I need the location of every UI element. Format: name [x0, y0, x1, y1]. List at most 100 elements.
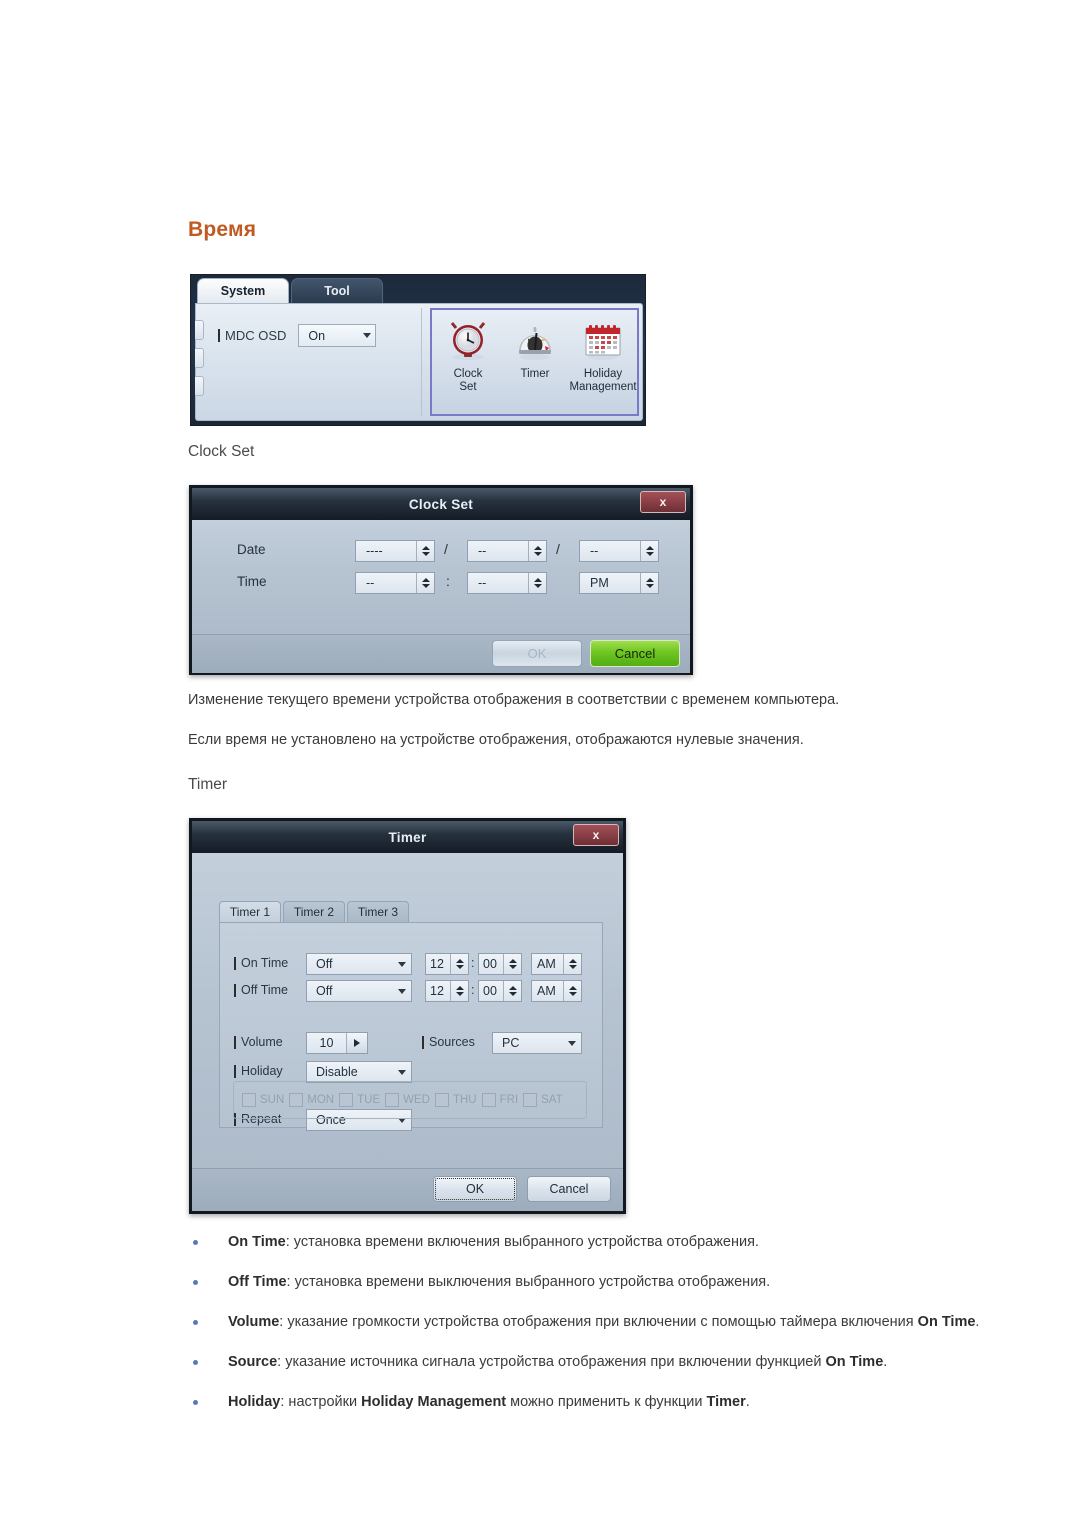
bullet-tail: . — [975, 1314, 980, 1330]
checkbox-fri[interactable] — [481, 1093, 496, 1107]
clock-set-ok-button[interactable]: OK — [492, 640, 582, 667]
clock-set-button[interactable]: Clock Set — [435, 314, 501, 412]
mdc-osd-label: MDC OSD — [225, 328, 287, 343]
on-time-meridiem-value: AM — [537, 957, 556, 971]
weekday-thu-label: THU — [452, 1094, 477, 1106]
tab-timer-3[interactable]: Timer 3 — [347, 901, 409, 923]
weekday-thu[interactable]: THU — [434, 1093, 477, 1107]
mdc-osd-dropdown[interactable]: On — [298, 324, 377, 347]
checkbox-wed[interactable] — [385, 1093, 400, 1107]
on-time-hour-spinner[interactable]: 12 — [425, 953, 469, 975]
close-icon[interactable]: x — [573, 824, 619, 846]
on-time-minute-spinner[interactable]: 00 — [478, 953, 522, 975]
holiday-label: Holiday — [234, 1064, 283, 1078]
label-marker-icon — [218, 329, 220, 342]
checkbox-tue[interactable] — [339, 1093, 354, 1107]
holiday-management-button[interactable]: Holiday Management — [568, 314, 638, 412]
volume-increase-icon[interactable] — [346, 1033, 367, 1053]
label-marker-icon — [234, 1035, 236, 1049]
date-year-spinner[interactable]: ---- — [355, 540, 435, 562]
list-item: Source: указание источника сигнала устро… — [188, 1352, 1023, 1373]
volume-stepper[interactable]: 10 — [306, 1032, 368, 1054]
clock-set-body: Date Time ---- / -- / -- -- : -- PM — [192, 520, 690, 634]
spinner-arrows-icon[interactable] — [640, 573, 658, 593]
ribbon-tab-system[interactable]: System — [197, 278, 289, 303]
mdc-osd-row: MDC OSD On — [218, 324, 377, 347]
checkbox-sat[interactable] — [523, 1093, 538, 1107]
on-time-meridiem-spinner[interactable]: AM — [531, 953, 582, 975]
weekday-fri[interactable]: FRI — [481, 1093, 518, 1107]
weekday-sun[interactable]: SUN — [242, 1093, 284, 1107]
bullet-text: : установка времени выключения выбранног… — [286, 1274, 771, 1290]
mdc-osd-value: On — [308, 328, 326, 343]
clock-set-title: Clock Set — [408, 496, 474, 512]
spinner-arrows-icon[interactable] — [450, 954, 468, 974]
spinner-arrows-icon[interactable] — [528, 573, 546, 593]
weekday-mon[interactable]: MON — [289, 1093, 334, 1107]
clock-set-footer: OK Cancel — [192, 634, 690, 673]
off-time-minute-spinner[interactable]: 00 — [478, 980, 522, 1002]
checkbox-mon[interactable] — [289, 1093, 304, 1107]
on-time-state-value: Off — [316, 957, 333, 971]
tab-timer-1[interactable]: Timer 1 — [219, 901, 281, 923]
holiday-dropdown[interactable]: Disable — [306, 1061, 412, 1083]
weekday-sat-label: SAT — [541, 1094, 563, 1106]
bullet-dot-icon — [193, 1360, 198, 1365]
timer-button[interactable]: Timer — [502, 314, 568, 412]
spinner-arrows-icon[interactable] — [450, 981, 468, 1001]
close-icon[interactable]: x — [640, 491, 686, 513]
bullet-dot-icon — [193, 1240, 198, 1245]
off-time-state-dropdown[interactable]: Off — [306, 980, 412, 1002]
bullet-term: Holiday — [228, 1394, 281, 1410]
spinner-arrows-icon[interactable] — [416, 541, 434, 561]
label-marker-icon — [234, 956, 236, 970]
off-time-hour-spinner[interactable]: 12 — [425, 980, 469, 1002]
clock-set-cancel-button[interactable]: Cancel — [590, 640, 680, 667]
checkbox-thu[interactable] — [434, 1093, 449, 1107]
spinner-arrows-icon[interactable] — [640, 541, 658, 561]
bullet-text-2: можно применить к функции — [506, 1394, 707, 1410]
checkbox-sun[interactable] — [242, 1093, 256, 1107]
spinner-arrows-icon[interactable] — [416, 573, 434, 593]
tab-timer-2[interactable]: Timer 2 — [283, 901, 345, 923]
weekday-tue[interactable]: TUE — [339, 1093, 380, 1107]
date-year-value: ---- — [366, 544, 383, 558]
time-hour-spinner[interactable]: -- — [355, 572, 435, 594]
bullet-dot-icon — [193, 1280, 198, 1285]
date-day-spinner[interactable]: -- — [579, 540, 659, 562]
on-time-state-dropdown[interactable]: Off — [306, 953, 412, 975]
off-time-meridiem-spinner[interactable]: AM — [531, 980, 582, 1002]
sources-label-text: Sources — [429, 1035, 475, 1049]
label-marker-icon — [234, 1064, 236, 1078]
date-month-spinner[interactable]: -- — [467, 540, 547, 562]
ribbon-edge-stub-2[interactable] — [195, 348, 204, 368]
section-heading-timer: Timer — [188, 776, 228, 793]
label-marker-icon — [234, 983, 236, 997]
ribbon-edge-stub-1[interactable] — [195, 320, 204, 340]
chevron-down-icon — [393, 988, 411, 994]
off-time-minute-value: 00 — [483, 984, 497, 998]
ribbon-tab-tool[interactable]: Tool — [291, 278, 383, 303]
time-meridiem-spinner[interactable]: PM — [579, 572, 659, 594]
spinner-arrows-icon[interactable] — [563, 981, 581, 1001]
ribbon-tabstrip: System Tool — [191, 275, 645, 303]
spinner-arrows-icon[interactable] — [563, 954, 581, 974]
time-separator: : — [446, 573, 450, 589]
mdc-osd-group: MDC OSD On — [210, 308, 422, 416]
time-minute-spinner[interactable]: -- — [467, 572, 547, 594]
sources-dropdown[interactable]: PC — [492, 1032, 582, 1054]
spinner-arrows-icon[interactable] — [528, 541, 546, 561]
bullet-text: : установка времени включения выбранного… — [285, 1234, 759, 1250]
bullet-term: On Time — [228, 1234, 286, 1250]
ribbon-edge-stub-3[interactable] — [195, 376, 204, 396]
weekday-wed[interactable]: WED — [385, 1093, 430, 1107]
timer-cancel-button[interactable]: Cancel — [527, 1176, 611, 1202]
timer-ok-button[interactable]: OK — [433, 1176, 517, 1202]
label-marker-icon — [422, 1035, 424, 1049]
time-icon-group: Clock Set Timer Holiday Management — [430, 308, 639, 416]
spinner-arrows-icon[interactable] — [503, 954, 521, 974]
volume-label: Volume — [234, 1035, 283, 1049]
off-time-meridiem-value: AM — [537, 984, 556, 998]
weekday-sat[interactable]: SAT — [523, 1093, 563, 1107]
spinner-arrows-icon[interactable] — [503, 981, 521, 1001]
